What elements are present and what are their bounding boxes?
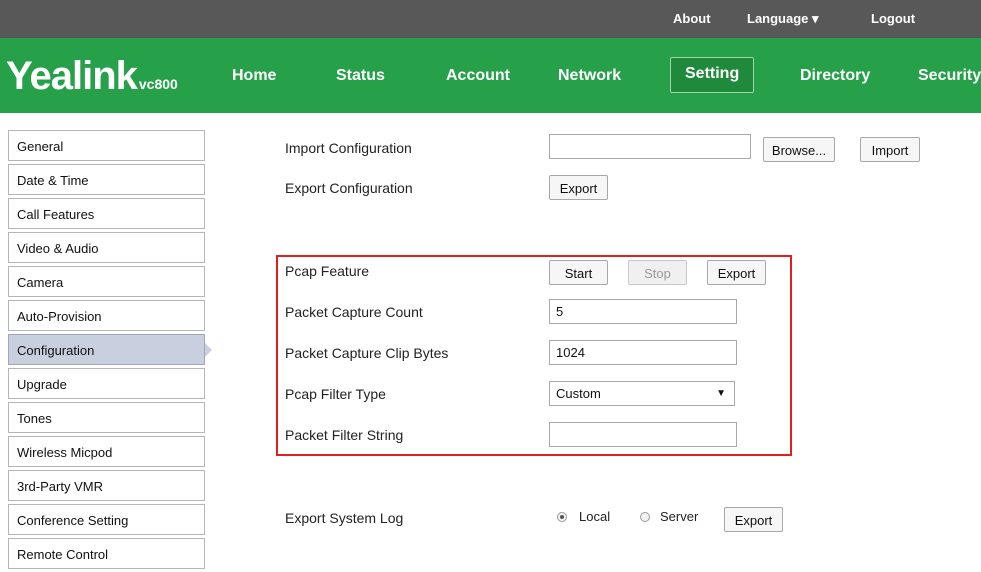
logo-brand: Yealink bbox=[6, 54, 138, 98]
sidebar-item-wireless-micpod[interactable]: Wireless Micpod bbox=[8, 436, 205, 467]
local-radio-label: Local bbox=[579, 509, 611, 524]
sidebar-item-upgrade[interactable]: Upgrade bbox=[8, 368, 205, 399]
packet-capture-count-label: Packet Capture Count bbox=[285, 304, 423, 320]
nav-home[interactable]: Home bbox=[232, 67, 276, 85]
top-bar: About Language ▾ Logout bbox=[0, 0, 981, 38]
sidebar-item-general[interactable]: General bbox=[8, 130, 205, 161]
packet-filter-string-input[interactable] bbox=[549, 422, 737, 447]
pcap-filter-type-label: Pcap Filter Type bbox=[285, 386, 386, 402]
language-dropdown[interactable]: Language ▾ bbox=[747, 11, 819, 27]
local-radio[interactable] bbox=[557, 512, 567, 522]
pcap-filter-type-value: Custom bbox=[556, 386, 601, 401]
settings-sidebar: General Date & Time Call Features Video … bbox=[8, 130, 212, 572]
nav-setting[interactable]: Setting bbox=[670, 57, 755, 93]
packet-capture-count-input[interactable]: 5 bbox=[549, 299, 737, 324]
sidebar-item-configuration[interactable]: Configuration bbox=[8, 334, 212, 365]
browse-button[interactable]: Browse... bbox=[763, 137, 835, 162]
nav-directory[interactable]: Directory bbox=[800, 67, 870, 85]
nav-account[interactable]: Account bbox=[446, 67, 510, 85]
sidebar-item-call-features[interactable]: Call Features bbox=[8, 198, 205, 229]
pcap-feature-label: Pcap Feature bbox=[285, 263, 370, 279]
export-system-log-label: Export System Log bbox=[285, 510, 404, 526]
pcap-export-button[interactable]: Export bbox=[707, 260, 766, 285]
export-configuration-button[interactable]: Export bbox=[549, 175, 608, 200]
sidebar-item-auto-provision[interactable]: Auto-Provision bbox=[8, 300, 205, 331]
nav-network[interactable]: Network bbox=[558, 67, 621, 85]
logout-link[interactable]: Logout bbox=[871, 11, 915, 26]
logo-model: vc800 bbox=[138, 76, 178, 92]
pcap-filter-type-select[interactable]: Custom ▼ bbox=[549, 381, 735, 406]
sidebar-item-camera[interactable]: Camera bbox=[8, 266, 205, 297]
sidebar-item-video-audio[interactable]: Video & Audio bbox=[8, 232, 205, 263]
nav-security[interactable]: Security bbox=[918, 67, 981, 85]
sidebar-item-remote-control[interactable]: Remote Control bbox=[8, 538, 205, 569]
sidebar-item-date-time[interactable]: Date & Time bbox=[8, 164, 205, 195]
export-configuration-label: Export Configuration bbox=[285, 180, 413, 196]
packet-filter-string-label: Packet Filter String bbox=[285, 427, 404, 443]
pcap-stop-button[interactable]: Stop bbox=[628, 260, 687, 285]
server-radio[interactable] bbox=[640, 512, 650, 522]
packet-capture-clip-bytes-label: Packet Capture Clip Bytes bbox=[285, 345, 449, 361]
import-configuration-label: Import Configuration bbox=[285, 140, 412, 156]
sidebar-item-tones[interactable]: Tones bbox=[8, 402, 205, 433]
dropdown-arrow-icon: ▼ bbox=[716, 388, 726, 399]
about-link[interactable]: About bbox=[673, 11, 711, 26]
yealink-logo: Yealink vc800 bbox=[6, 54, 178, 99]
import-button[interactable]: Import bbox=[860, 137, 920, 162]
nav-status[interactable]: Status bbox=[336, 67, 385, 85]
export-system-log-button[interactable]: Export bbox=[724, 507, 783, 532]
pcap-start-button[interactable]: Start bbox=[549, 260, 608, 285]
sidebar-item-3rd-party-vmr[interactable]: 3rd-Party VMR bbox=[8, 470, 205, 501]
packet-capture-clip-bytes-input[interactable]: 1024 bbox=[549, 340, 737, 365]
server-radio-label: Server bbox=[660, 509, 699, 524]
sidebar-item-conference-setting[interactable]: Conference Setting bbox=[8, 504, 205, 535]
import-file-field[interactable] bbox=[549, 134, 751, 159]
main-nav-bar: Yealink vc800 Home Status Account Network… bbox=[0, 38, 981, 113]
